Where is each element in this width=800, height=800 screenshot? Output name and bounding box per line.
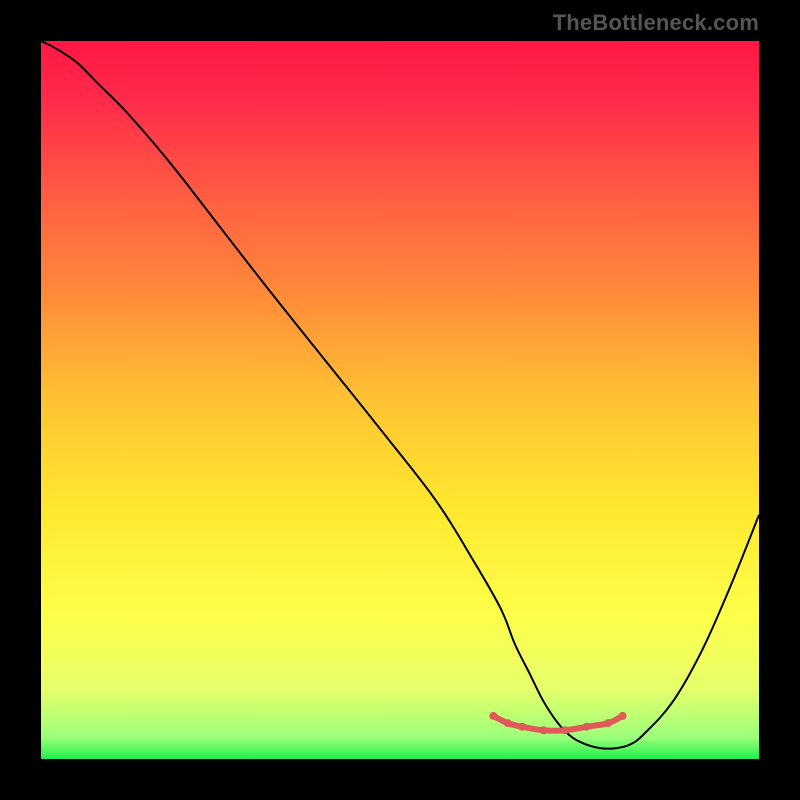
marker-dot	[504, 719, 512, 727]
chart-frame: TheBottleneck.com	[0, 0, 800, 800]
gradient-background	[41, 41, 759, 759]
chart-svg	[41, 41, 759, 759]
marker-dot	[518, 723, 526, 731]
watermark-text: TheBottleneck.com	[553, 10, 759, 36]
marker-dot	[619, 712, 627, 720]
marker-dot	[540, 726, 548, 734]
marker-dot	[561, 726, 569, 734]
plot-area	[41, 41, 759, 759]
marker-dot	[583, 723, 591, 731]
marker-dot	[489, 712, 497, 720]
marker-dot	[604, 719, 612, 727]
